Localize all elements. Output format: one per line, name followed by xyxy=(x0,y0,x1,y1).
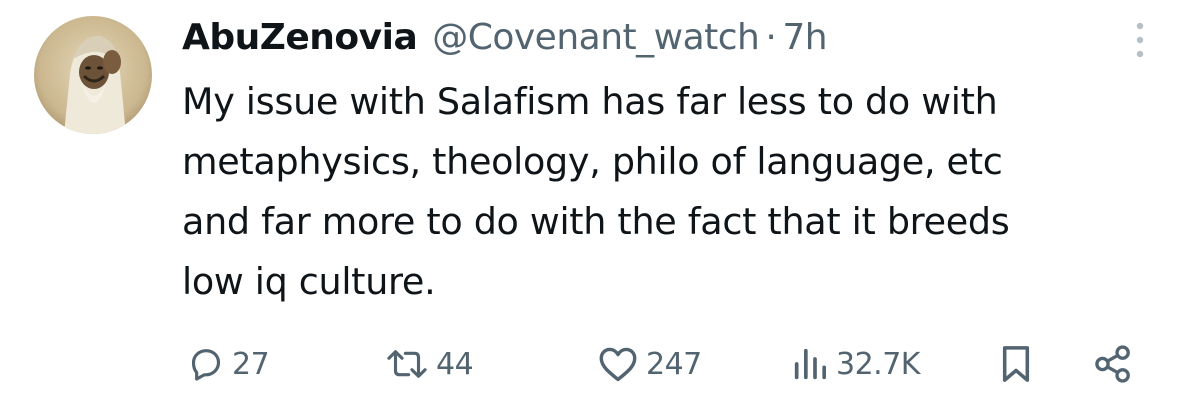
tweet-text: My issue with Salafism has far less to d… xyxy=(182,72,1182,312)
more-options-button[interactable] xyxy=(1128,20,1152,60)
tweet-text-line: metaphysics, theology, philo of language… xyxy=(182,140,1003,183)
avatar[interactable] xyxy=(34,16,152,134)
separator-dot: · xyxy=(765,17,777,58)
repost-icon xyxy=(387,350,427,378)
timestamp[interactable]: 7h xyxy=(782,17,827,58)
share-button[interactable] xyxy=(1092,336,1134,392)
views-button[interactable]: 32.7K xyxy=(790,336,920,392)
heart-icon xyxy=(599,347,637,382)
more-vertical-icon xyxy=(1136,22,1144,58)
repost-button[interactable]: 44 xyxy=(384,336,474,392)
bookmark-button[interactable] xyxy=(996,336,1036,392)
action-bar: 27 44 247 32.7K xyxy=(0,336,1200,392)
display-name[interactable]: AbuZenovia xyxy=(182,17,418,58)
avatar-image xyxy=(34,16,152,134)
user-handle[interactable]: @Covenant_watch xyxy=(432,17,760,58)
repost-count: 44 xyxy=(436,346,474,382)
tweet-text-line: and far more to do with the fact that it… xyxy=(182,200,1010,243)
views-icon xyxy=(794,348,826,380)
tweet-text-line: low iq culture. xyxy=(182,260,436,303)
bookmark-icon xyxy=(1002,346,1030,382)
view-count: 32.7K xyxy=(836,346,920,382)
tweet: AbuZenovia @Covenant_watch · 7h My issue w… xyxy=(0,0,1200,404)
like-button[interactable]: 247 xyxy=(596,336,702,392)
reply-button[interactable]: 27 xyxy=(186,336,270,392)
reply-count: 27 xyxy=(232,346,270,382)
like-count: 247 xyxy=(646,346,702,382)
share-icon xyxy=(1095,345,1130,383)
tweet-text-line: My issue with Salafism has far less to d… xyxy=(182,80,998,123)
tweet-header: AbuZenovia @Covenant_watch · 7h xyxy=(182,14,828,62)
reply-icon xyxy=(191,349,221,381)
